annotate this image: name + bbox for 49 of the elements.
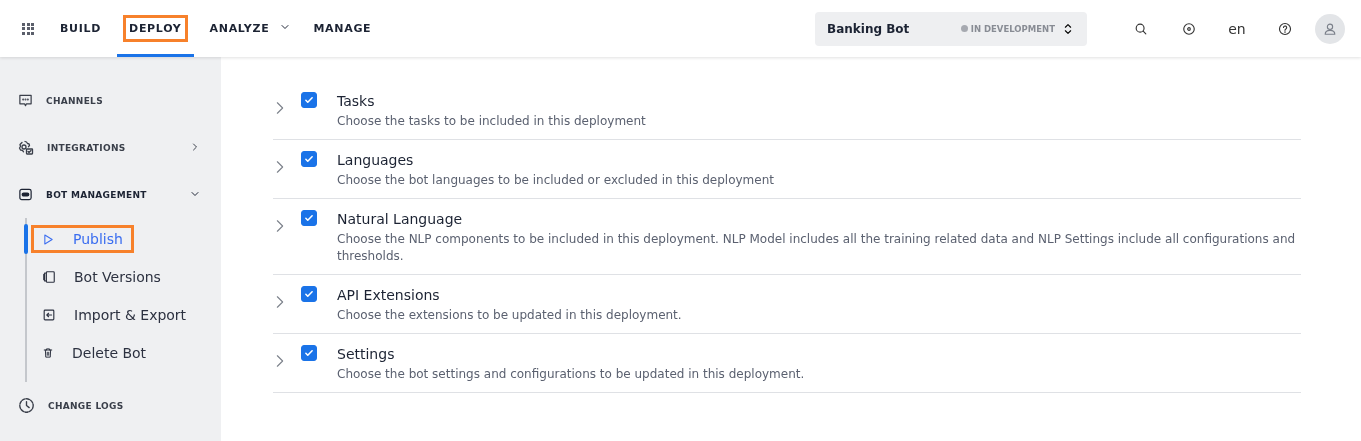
trash-icon	[42, 347, 54, 359]
check-icon	[304, 213, 314, 223]
checkbox[interactable]	[301, 210, 317, 226]
play-icon	[42, 232, 55, 246]
avatar-button[interactable]	[1315, 13, 1345, 44]
section-title: API Extensions	[337, 287, 441, 303]
checkbox[interactable]	[301, 151, 317, 167]
check-icon	[304, 95, 314, 105]
status-dot	[960, 25, 968, 32]
section-description: Choose the NLP components to be included in this deployment. NLP Model includes all the training related data and NLP Settings include all configurations and thresholds.	[337, 231, 1297, 265]
sidebar-subitem[interactable]: Bot Versions	[31, 263, 172, 291]
search-icon	[1134, 21, 1148, 36]
sidebar-subitem[interactable]: Publish	[31, 225, 134, 253]
sidebar-item[interactable]: BOT MANAGEMENT	[0, 171, 221, 218]
sidebar-item[interactable]: INTEGRATIONS	[0, 124, 221, 171]
nav-tab[interactable]: ANALYZE	[197, 0, 298, 57]
clock-icon	[18, 397, 35, 414]
help-icon	[1278, 21, 1292, 36]
versions-icon	[42, 270, 56, 284]
checkbox[interactable]	[301, 345, 317, 361]
sidebar-subitem[interactable]: Import & Export	[31, 301, 198, 329]
section-title: Tasks	[337, 93, 376, 109]
check-icon	[304, 348, 314, 358]
bot-status: IN DEVELOPMENT	[970, 23, 1055, 34]
section-title: Natural Language	[337, 211, 464, 227]
sidebar-item[interactable]: CHANGE LOGS	[0, 382, 221, 429]
sidebar-item[interactable]: CHANNELS	[0, 77, 221, 124]
check-icon	[304, 289, 314, 299]
robot-icon	[18, 187, 33, 202]
import-icon	[42, 308, 56, 322]
section-title: Languages	[337, 152, 415, 168]
checkbox[interactable]	[301, 286, 317, 302]
bot-selector[interactable]: Banking Bot IN DEVELOPMENT	[815, 11, 1087, 46]
section-description: Choose the bot languages to be included or excluded in this deployment	[337, 172, 774, 189]
section-description: Choose the bot settings and configurations to be updated in this deployment.	[337, 366, 805, 383]
language-button[interactable]: en	[1213, 20, 1261, 37]
apps-icon[interactable]	[22, 22, 34, 35]
nav-tab[interactable]: MANAGE	[301, 0, 384, 57]
user-icon	[1323, 21, 1337, 36]
sidebar-subitem[interactable]: Delete Bot	[31, 339, 158, 367]
nav-tab[interactable]: BUILD	[48, 0, 114, 57]
check-icon	[304, 154, 314, 164]
section-description: Choose the tasks to be included in this deployment	[337, 113, 646, 130]
section-title: Settings	[337, 346, 396, 362]
target-icon	[1182, 21, 1196, 36]
gear-icon	[18, 139, 34, 156]
section-description: Choose the extensions to be updated in this deployment.	[337, 307, 682, 324]
chat-icon	[18, 93, 33, 108]
checkbox[interactable]	[301, 92, 317, 108]
